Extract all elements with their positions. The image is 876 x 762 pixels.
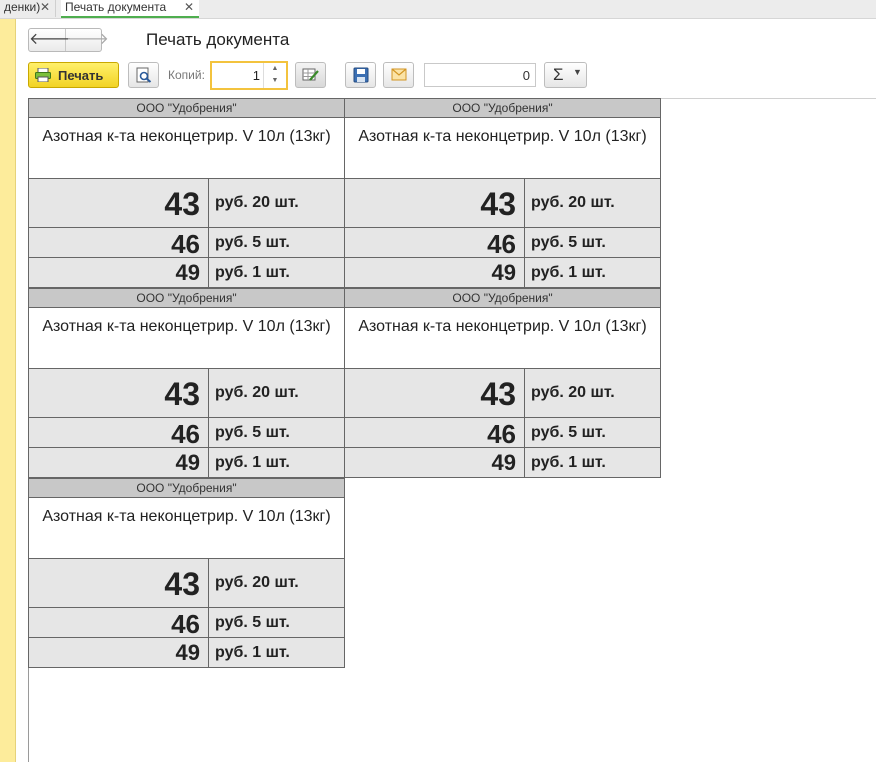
price-unit: руб. 20 шт. — [531, 384, 615, 401]
stepper-spin[interactable]: ▲ ▼ — [263, 63, 286, 88]
envelope-icon — [391, 68, 407, 81]
price-label: ООО "Удобрения" Азотная к-та неконцетрир… — [344, 288, 661, 478]
price-unit: руб. 20 шт. — [215, 384, 299, 401]
side-panel-strip — [0, 19, 16, 762]
edit-table-icon — [302, 68, 319, 81]
close-icon[interactable]: ✕ — [184, 0, 194, 14]
price-row: 49 руб. 1 шт. — [28, 447, 345, 478]
label-organization: ООО "Удобрения" — [28, 478, 345, 498]
label-organization: ООО "Удобрения" — [28, 288, 345, 308]
sum-mode-button[interactable]: Σ ▼ — [544, 62, 587, 88]
price-unit: руб. 1 шт. — [215, 644, 290, 661]
price-label: ООО "Удобрения" Азотная к-та неконцетрир… — [344, 98, 661, 288]
navigation-buttons: 🡐 🡒 — [28, 28, 109, 52]
stepper-up-icon[interactable]: ▲ — [264, 63, 286, 75]
label-product-name: Азотная к-та неконцетрир. V 10л (13кг) — [344, 308, 661, 368]
price-unit: руб. 20 шт. — [215, 194, 299, 211]
arrow-right-icon: 🡒 — [66, 31, 109, 48]
price-row: 49 руб. 1 шт. — [344, 447, 661, 478]
label-organization: ООО "Удобрения" — [344, 98, 661, 118]
tab-bar: денки) ✕ Печать документа ✕ — [0, 0, 876, 19]
price-value: 49 — [29, 258, 209, 287]
price-row: 43 руб. 20 шт. — [28, 178, 345, 228]
price-unit: руб. 1 шт. — [215, 454, 290, 471]
price-value: 49 — [345, 448, 525, 477]
price-unit: руб. 1 шт. — [215, 264, 290, 281]
price-row: 43 руб. 20 шт. — [28, 368, 345, 418]
send-email-button[interactable] — [383, 62, 414, 88]
price-value: 46 — [345, 228, 525, 259]
label-product-name: Азотная к-та неконцетрир. V 10л (13кг) — [28, 118, 345, 178]
price-value: 43 — [29, 179, 209, 227]
price-row: 46 руб. 5 шт. — [28, 417, 345, 449]
price-row: 46 руб. 5 шт. — [344, 227, 661, 259]
price-label: ООО "Удобрения" Азотная к-та неконцетрир… — [28, 288, 345, 478]
price-unit: руб. 5 шт. — [531, 234, 606, 251]
price-value: 46 — [29, 418, 209, 449]
tab-label: денки) — [4, 0, 41, 14]
price-row: 49 руб. 1 шт. — [28, 257, 345, 288]
save-button[interactable] — [345, 62, 376, 88]
copies-value[interactable]: 1 — [253, 68, 260, 83]
price-row: 43 руб. 20 шт. — [344, 368, 661, 418]
price-unit: руб. 1 шт. — [531, 264, 606, 281]
price-row: 49 руб. 1 шт. — [344, 257, 661, 288]
price-value: 43 — [29, 369, 209, 417]
price-row: 46 руб. 5 шт. — [28, 607, 345, 639]
page-title: Печать документа — [146, 30, 290, 49]
price-unit: руб. 5 шт. — [215, 424, 290, 441]
sum-field[interactable]: 0 — [424, 63, 536, 87]
edit-button[interactable] — [295, 62, 326, 88]
label-organization: ООО "Удобрения" — [344, 288, 661, 308]
preview-icon — [136, 67, 152, 83]
printer-icon — [35, 68, 51, 82]
price-row: 46 руб. 5 шт. — [344, 417, 661, 449]
tab-label: Печать документа — [65, 0, 167, 14]
sigma-icon: Σ — [553, 65, 564, 84]
chevron-down-icon: ▼ — [573, 67, 582, 77]
print-button[interactable]: Печать — [28, 62, 119, 88]
stepper-down-icon[interactable]: ▼ — [264, 75, 286, 87]
price-label: ООО "Удобрения" Азотная к-та неконцетрир… — [28, 98, 345, 288]
price-value: 43 — [345, 369, 525, 417]
price-row: 43 руб. 20 шт. — [344, 178, 661, 228]
price-unit: руб. 5 шт. — [215, 614, 290, 631]
print-button-label: Печать — [58, 68, 104, 83]
price-unit: руб. 20 шт. — [531, 194, 615, 211]
save-icon — [353, 67, 369, 83]
tab-previous[interactable]: денки) ✕ — [0, 0, 56, 17]
label-organization: ООО "Удобрения" — [28, 98, 345, 118]
price-unit: руб. 5 шт. — [215, 234, 290, 251]
price-row: 46 руб. 5 шт. — [28, 227, 345, 259]
tab-print-document[interactable]: Печать документа ✕ — [61, 0, 199, 18]
copies-stepper[interactable]: 1 ▲ ▼ — [210, 61, 288, 90]
price-value: 49 — [29, 638, 209, 667]
price-unit: руб. 1 шт. — [531, 454, 606, 471]
price-row: 49 руб. 1 шт. — [28, 637, 345, 668]
price-value: 43 — [29, 559, 209, 607]
close-icon[interactable]: ✕ — [40, 0, 50, 14]
copies-label: Копий: — [168, 68, 205, 82]
price-label: ООО "Удобрения" Азотная к-та неконцетрир… — [28, 478, 345, 668]
price-unit: руб. 20 шт. — [215, 574, 299, 591]
price-unit: руб. 5 шт. — [531, 424, 606, 441]
forward-button[interactable]: 🡒 — [66, 29, 109, 51]
price-row: 43 руб. 20 шт. — [28, 558, 345, 608]
price-value: 43 — [345, 179, 525, 227]
price-value: 46 — [29, 608, 209, 639]
price-value: 49 — [345, 258, 525, 287]
price-value: 49 — [29, 448, 209, 477]
preview-button[interactable] — [128, 62, 159, 88]
label-product-name: Азотная к-та неконцетрир. V 10л (13кг) — [28, 308, 345, 368]
label-product-name: Азотная к-та неконцетрир. V 10л (13кг) — [28, 498, 345, 558]
price-value: 46 — [29, 228, 209, 259]
back-button[interactable]: 🡐 — [29, 29, 72, 51]
price-value: 46 — [345, 418, 525, 449]
sum-value: 0 — [522, 68, 530, 83]
label-product-name: Азотная к-та неконцетрир. V 10л (13кг) — [344, 118, 661, 178]
